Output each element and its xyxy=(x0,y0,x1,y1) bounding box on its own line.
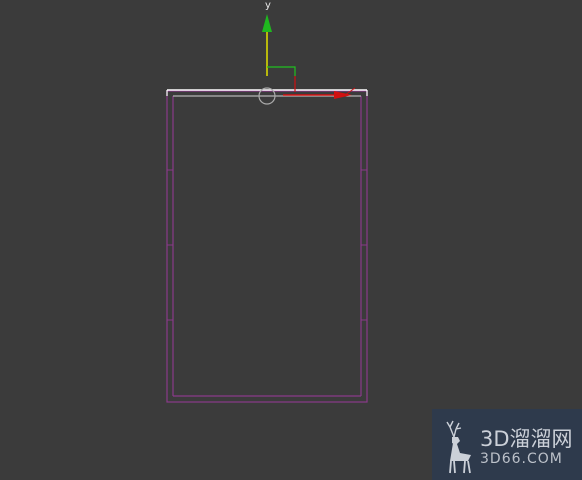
frame-object[interactable] xyxy=(166,89,368,403)
frame-outer-outline xyxy=(166,90,368,403)
3d-viewport[interactable]: y 3D溜溜网 3D66.COM xyxy=(0,0,582,480)
y-axis-label: y xyxy=(265,0,271,11)
y-axis-arrowhead[interactable] xyxy=(262,14,272,32)
viewport-scene: y xyxy=(166,0,368,403)
deer-icon xyxy=(446,420,471,474)
watermark-subtitle: 3D66.COM xyxy=(480,451,563,467)
watermark-title: 3D溜溜网 xyxy=(480,427,573,451)
transform-gizmo[interactable]: y xyxy=(258,0,356,105)
watermark-badge: 3D溜溜网 3D66.COM xyxy=(432,409,582,480)
xy-plane-handle[interactable] xyxy=(267,66,296,76)
